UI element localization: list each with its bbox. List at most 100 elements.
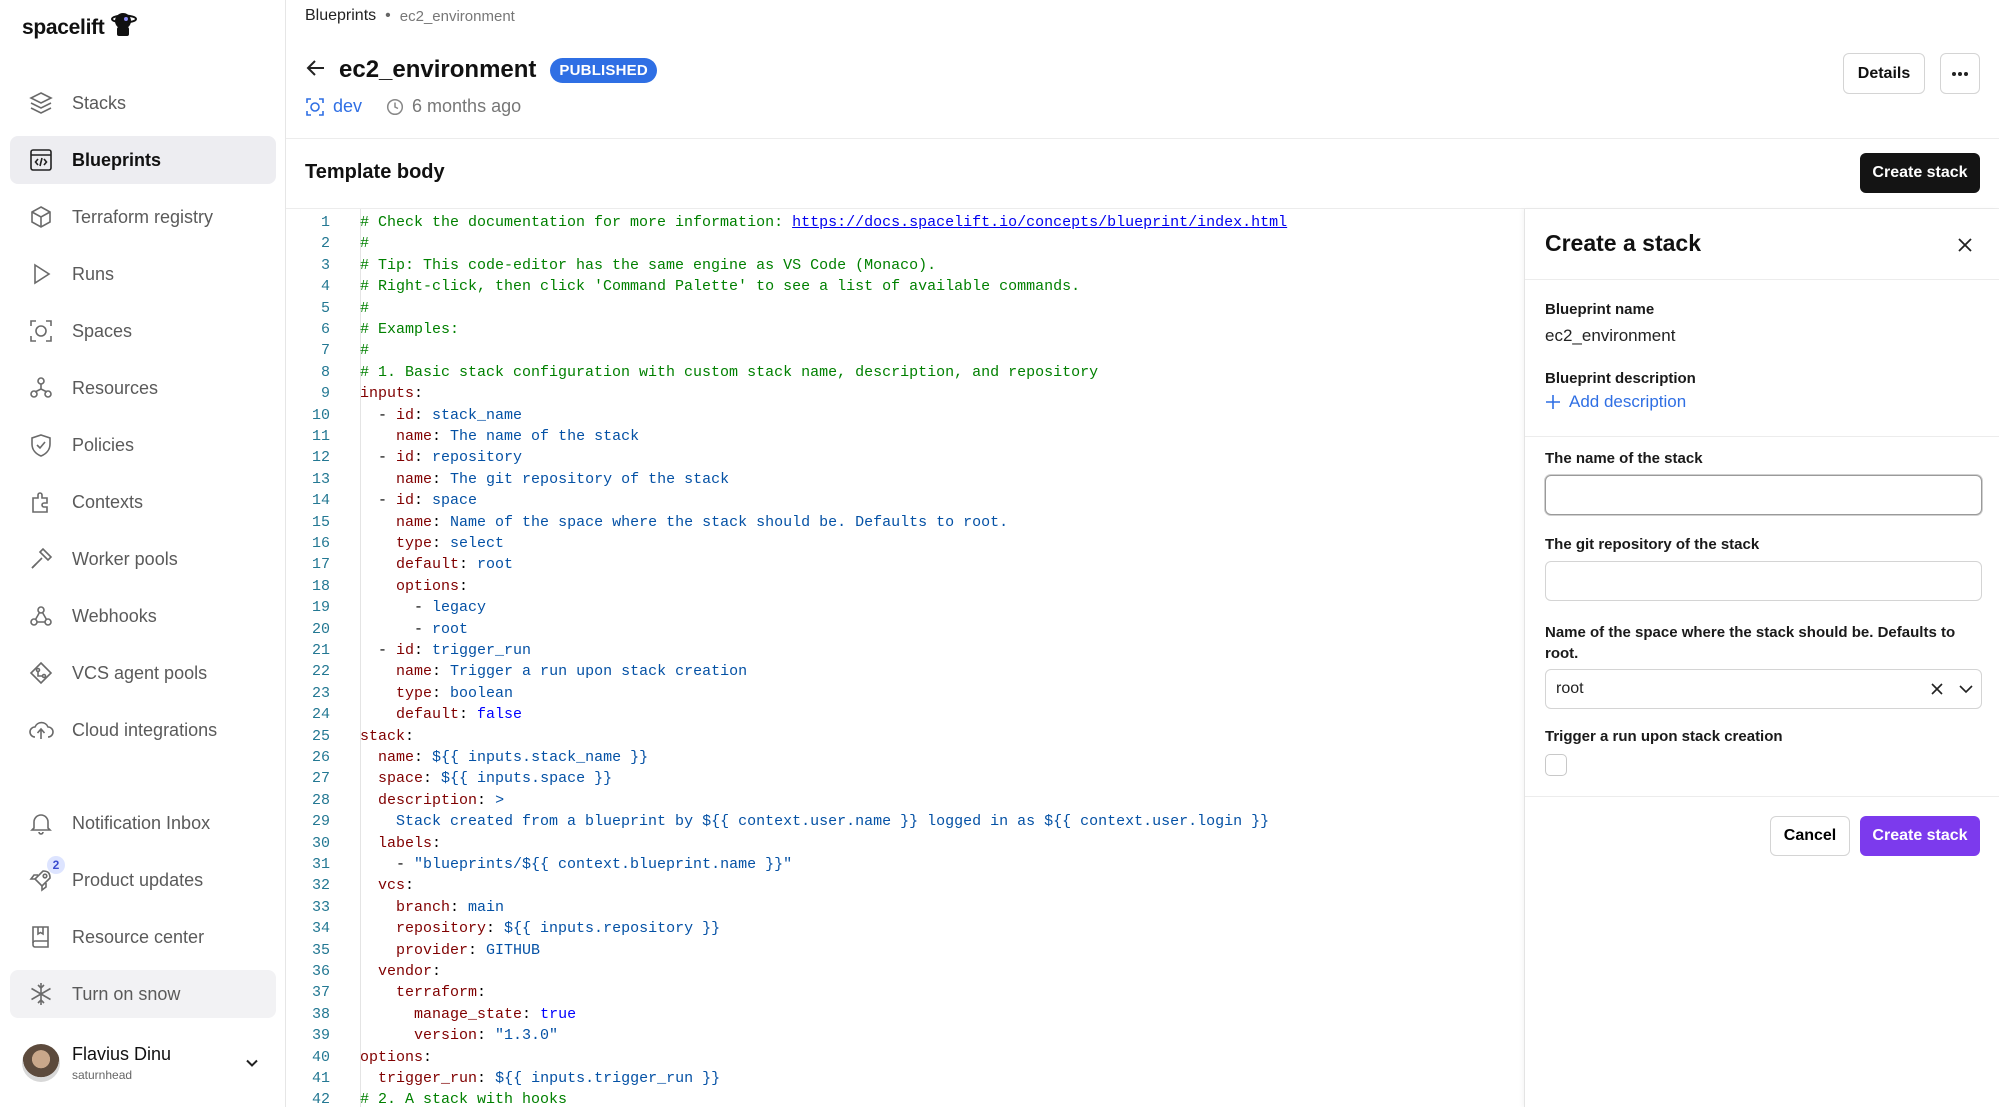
sidebar-item-worker-pools[interactable]: Worker pools — [10, 535, 276, 583]
code-token: : — [405, 727, 415, 745]
sidebar-item-terraform-registry[interactable]: Terraform registry — [10, 193, 276, 241]
sidebar-item-blueprints[interactable]: Blueprints — [10, 136, 276, 184]
sidebar-item-notification-inbox[interactable]: Notification Inbox — [10, 799, 276, 847]
code-token: : — [477, 1070, 496, 1087]
sidebar-item-webhooks[interactable]: Webhooks — [10, 592, 276, 640]
add-description-button[interactable]: Add description — [1545, 392, 1686, 412]
sidebar-item-resources[interactable]: Resources — [10, 364, 276, 412]
git-repository-input[interactable] — [1545, 561, 1982, 601]
code-text: - root — [360, 619, 468, 640]
code-token: : — [432, 428, 451, 445]
code-line: 18 options: — [286, 576, 1516, 597]
drawer-title: Create a stack — [1545, 230, 1701, 256]
line-number: 14 — [311, 492, 330, 510]
code-line: 33 branch: main — [286, 897, 1516, 918]
sidebar-bottom-nav: Notification Inbox Product updates 2 Resour… — [10, 799, 276, 1027]
sidebar-item-turn-on-snow[interactable]: Turn on snow — [10, 970, 276, 1018]
space-select[interactable]: root — [1545, 669, 1982, 709]
code-token: select — [450, 535, 505, 552]
line-number: 29 — [311, 813, 330, 831]
sidebar-item-label: Resource center — [72, 926, 205, 947]
code-token: : — [459, 706, 478, 724]
sidebar-item-label: Terraform registry — [72, 206, 214, 227]
code-token: Stack created from a blueprint by ${{ co… — [396, 813, 1270, 831]
trigger-run-checkbox[interactable] — [1545, 754, 1567, 776]
worker-pools-icon — [27, 545, 55, 573]
sidebar-item-policies[interactable]: Policies — [10, 421, 276, 469]
code-text: version: "1.3.0" — [360, 1025, 558, 1046]
chevron-down-icon[interactable] — [1956, 679, 1976, 704]
code-text: # — [360, 298, 369, 319]
close-icon[interactable] — [1953, 233, 1977, 257]
code-text: - id: space — [360, 490, 477, 511]
sidebar-item-product-updates[interactable]: Product updates 2 — [10, 856, 276, 904]
line-number: 20 — [311, 620, 330, 638]
create-stack-button[interactable]: Create stack — [1860, 816, 1980, 856]
sidebar-item-label: Blueprints — [72, 149, 162, 170]
sidebar-item-stacks[interactable]: Stacks — [10, 79, 276, 127]
sidebar-item-label: Cloud integrations — [72, 719, 218, 740]
code-token: true — [540, 1005, 577, 1023]
policies-icon — [27, 431, 55, 459]
code-token: description — [378, 791, 478, 809]
code-token: provider — [396, 941, 469, 959]
sidebar-item-label: Contexts — [72, 491, 144, 512]
sidebar-item-resource-center[interactable]: Resource center — [10, 913, 276, 961]
user-menu[interactable]: Flavius Dinu saturnhead — [22, 1039, 272, 1087]
code-line: 37 terraform: — [286, 982, 1516, 1003]
sidebar-item-cloud-integrations[interactable]: Cloud integrations — [10, 706, 276, 754]
cancel-button[interactable]: Cancel — [1770, 816, 1850, 856]
code-text: type: boolean — [360, 683, 513, 704]
sidebar-item-runs[interactable]: Runs — [10, 250, 276, 298]
chevron-down-icon[interactable] — [244, 1055, 260, 1076]
details-button[interactable]: Details — [1843, 53, 1925, 94]
code-line: 31 - "blueprints/${{ context.blueprint.n… — [286, 854, 1516, 875]
sidebar-item-vcs-agent-pools[interactable]: VCS agent pools — [10, 649, 276, 697]
code-token: name — [396, 470, 433, 488]
code-token: : — [468, 941, 487, 959]
code-token: default — [396, 556, 460, 574]
logo-text: spacelift — [22, 15, 105, 39]
code-token: : — [432, 513, 451, 531]
stack-name-input[interactable] — [1545, 475, 1982, 515]
sidebar-item-spaces[interactable]: Spaces — [10, 307, 276, 355]
clear-icon[interactable] — [1927, 679, 1947, 704]
code-text: vendor: — [360, 961, 441, 982]
line-number: 25 — [311, 727, 330, 745]
astronaut-logo-icon — [107, 10, 137, 45]
code-line: 1 # Check the documentation for more info… — [286, 212, 1516, 233]
create-stack-header-button[interactable]: Create stack — [1860, 153, 1980, 193]
code-text: name: Name of the space where the stack … — [360, 512, 1008, 533]
more-options-button[interactable] — [1940, 53, 1980, 94]
space-link[interactable]: dev — [305, 96, 362, 117]
code-text: default: false — [360, 704, 522, 725]
code-line: 5 # — [286, 298, 1516, 319]
breadcrumb-blueprints[interactable]: Blueprints — [305, 7, 376, 25]
code-line: 29 Stack created from a blueprint by ${{… — [286, 811, 1516, 832]
sidebar-item-contexts[interactable]: Contexts — [10, 478, 276, 526]
breadcrumb-separator: • — [385, 7, 391, 24]
code-line: 6 # Examples: — [286, 319, 1516, 340]
code-token: boolean — [450, 684, 514, 702]
docs-link[interactable]: https://docs.spacelift.io/concepts/bluep… — [792, 214, 1287, 231]
back-arrow-icon[interactable] — [305, 57, 327, 84]
webhooks-icon — [27, 602, 55, 630]
line-number: 18 — [311, 577, 330, 595]
code-token: # 1. Basic stack configuration with cust… — [360, 363, 1099, 381]
code-token: name — [378, 749, 415, 766]
more-horizontal-icon — [1951, 71, 1969, 77]
sidebar: spacelift Stacks Blueprints Terraform regi… — [0, 0, 286, 1107]
line-number: 27 — [311, 770, 330, 788]
code-token: false — [477, 706, 523, 724]
code-line: 7 # — [286, 340, 1516, 361]
code-editor[interactable]: 1 # Check the documentation for more info… — [286, 209, 1524, 1107]
code-token: : — [432, 470, 451, 488]
spacelift-logo[interactable]: spacelift — [22, 10, 137, 45]
